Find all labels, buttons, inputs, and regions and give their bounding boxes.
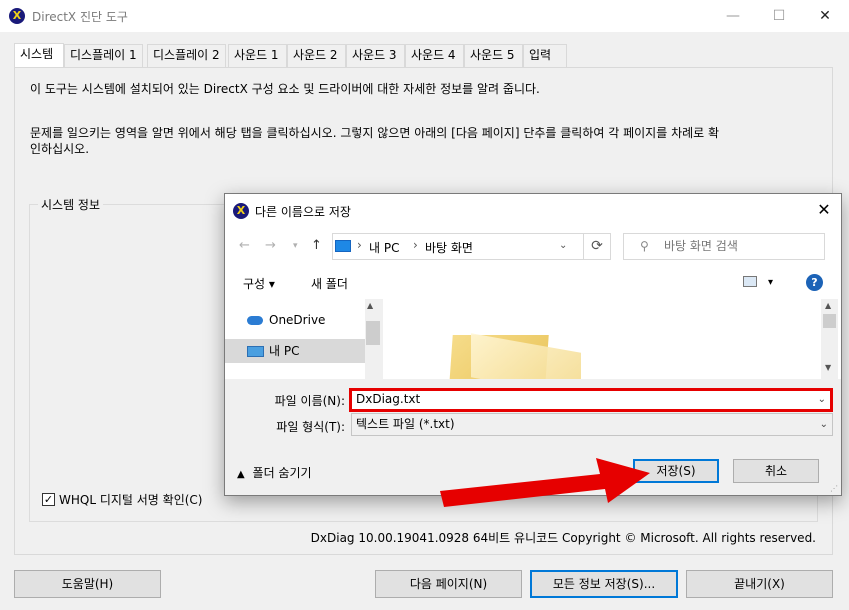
annotation-arrow bbox=[440, 458, 650, 507]
